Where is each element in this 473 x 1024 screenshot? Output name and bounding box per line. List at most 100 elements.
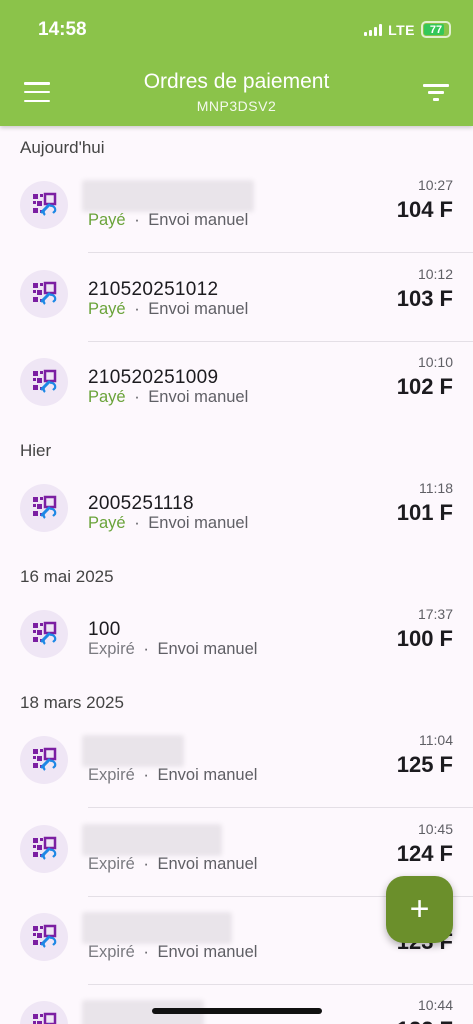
qr-link-icon [31,369,57,395]
list-item[interactable]: 10:44 122 F [0,987,473,1024]
meta-separator: · [134,514,140,532]
list-item[interactable]: Expiré · Envoi manuel 11:04 125 F [0,722,473,808]
order-avatar [20,270,68,318]
qr-link-icon [31,747,57,773]
order-amount: 125 F [396,752,453,777]
order-meta: Expiré · Envoi manuel [88,943,257,962]
section-header-may: 16 mai 2025 [20,567,114,586]
qr-link-icon [31,836,57,862]
meta-separator: · [134,211,140,229]
meta-separator: · [143,943,149,961]
order-time: 10:44 [417,997,453,1013]
meta-separator: · [134,300,140,318]
qr-link-icon [31,621,57,647]
page-subtitle: MNP3DSV2 [196,98,277,114]
order-avatar [20,358,68,406]
list-item[interactable]: 2005251118 Payé · Envoi manuel 11:18 101 F [0,470,473,556]
list-item[interactable]: 100 Expiré · Envoi manuel 17:37 100 F [0,596,473,682]
qr-link-icon [31,924,57,950]
order-method: Envoi manuel [157,766,258,784]
order-status: Payé [88,211,126,229]
order-time: 10:27 [417,177,453,193]
order-meta: Expiré · Envoi manuel [88,640,257,659]
order-status: Payé [88,514,126,532]
order-meta: Payé · Envoi manuel [88,300,248,319]
order-status: Expiré [88,855,135,873]
battery-icon: 77 [421,21,451,38]
order-name: 210520251012 [88,279,219,300]
order-avatar [20,181,68,229]
network-label: LTE [388,21,415,38]
order-status: Expiré [88,766,135,784]
redacted-order-name [82,912,232,944]
order-name: 210520251009 [88,367,219,388]
order-amount: 103 F [396,286,453,311]
battery-level: 77 [429,23,443,36]
order-amount: 101 F [396,500,453,525]
meta-separator: · [143,855,149,873]
divider [88,252,473,253]
meta-separator: · [143,766,149,784]
order-time: 10:45 [417,821,453,837]
order-avatar [20,484,68,532]
home-indicator [152,1008,322,1014]
divider [88,341,473,342]
status-indicators: LTE 77 [364,21,451,38]
order-method: Envoi manuel [157,640,258,658]
order-method: Envoi manuel [148,300,249,318]
order-meta: Expiré · Envoi manuel [88,855,257,874]
order-avatar [20,913,68,961]
order-name: 2005251118 [88,493,194,514]
order-status: Expiré [88,943,135,961]
list-item[interactable]: 210520251012 Payé · Envoi manuel 10:12 103… [0,256,473,342]
order-name: 100 [88,619,121,640]
order-amount: 102 F [396,374,453,399]
add-order-button[interactable]: + [386,876,453,943]
order-amount: 122 F [397,1017,453,1024]
section-header-march: 18 mars 2025 [20,693,124,712]
divider [88,807,473,808]
order-avatar [20,736,68,784]
order-method: Envoi manuel [148,388,249,406]
app-bar: 14:58 LTE 77 Ordres de paiement MNP3DSV2 [0,0,473,126]
redacted-order-name [82,735,184,767]
order-meta: Payé · Envoi manuel [88,211,248,230]
order-avatar [20,610,68,658]
qr-link-icon [31,192,57,218]
section-header-yesterday: Hier [20,441,52,460]
order-amount: 100 F [396,626,453,651]
order-time: 10:10 [417,354,453,370]
list-item[interactable]: 210520251009 Payé · Envoi manuel 10:10 102… [0,344,473,430]
meta-separator: · [134,388,140,406]
filter-icon[interactable] [423,82,449,102]
order-method: Envoi manuel [148,211,249,229]
redacted-order-name [82,180,254,212]
order-time: 11:04 [419,732,453,748]
order-method: Envoi manuel [157,943,258,961]
divider [88,984,473,985]
order-amount: 124 F [396,841,453,866]
signal-icon [364,23,383,36]
order-time: 10:12 [417,266,453,282]
order-avatar [20,825,68,873]
order-time: 11:18 [419,480,453,496]
status-time: 14:58 [38,19,87,40]
redacted-order-name [82,824,222,856]
order-meta: Payé · Envoi manuel [88,388,248,407]
order-avatar [20,1001,68,1024]
order-time: 17:37 [417,606,453,622]
section-header-today: Aujourd'hui [20,138,105,157]
qr-link-icon [31,281,57,307]
order-meta: Payé · Envoi manuel [88,514,248,533]
order-status: Payé [88,300,126,318]
order-amount: 104 F [396,197,453,222]
meta-separator: · [143,640,149,658]
order-meta: Expiré · Envoi manuel [88,766,257,785]
qr-link-icon [31,495,57,521]
list-item[interactable]: Payé · Envoi manuel 10:27 104 F [0,167,473,253]
order-status: Expiré [88,640,135,658]
order-method: Envoi manuel [148,514,249,532]
page-title: Ordres de paiement [143,70,330,93]
qr-link-icon [31,1012,57,1024]
order-method: Envoi manuel [157,855,258,873]
